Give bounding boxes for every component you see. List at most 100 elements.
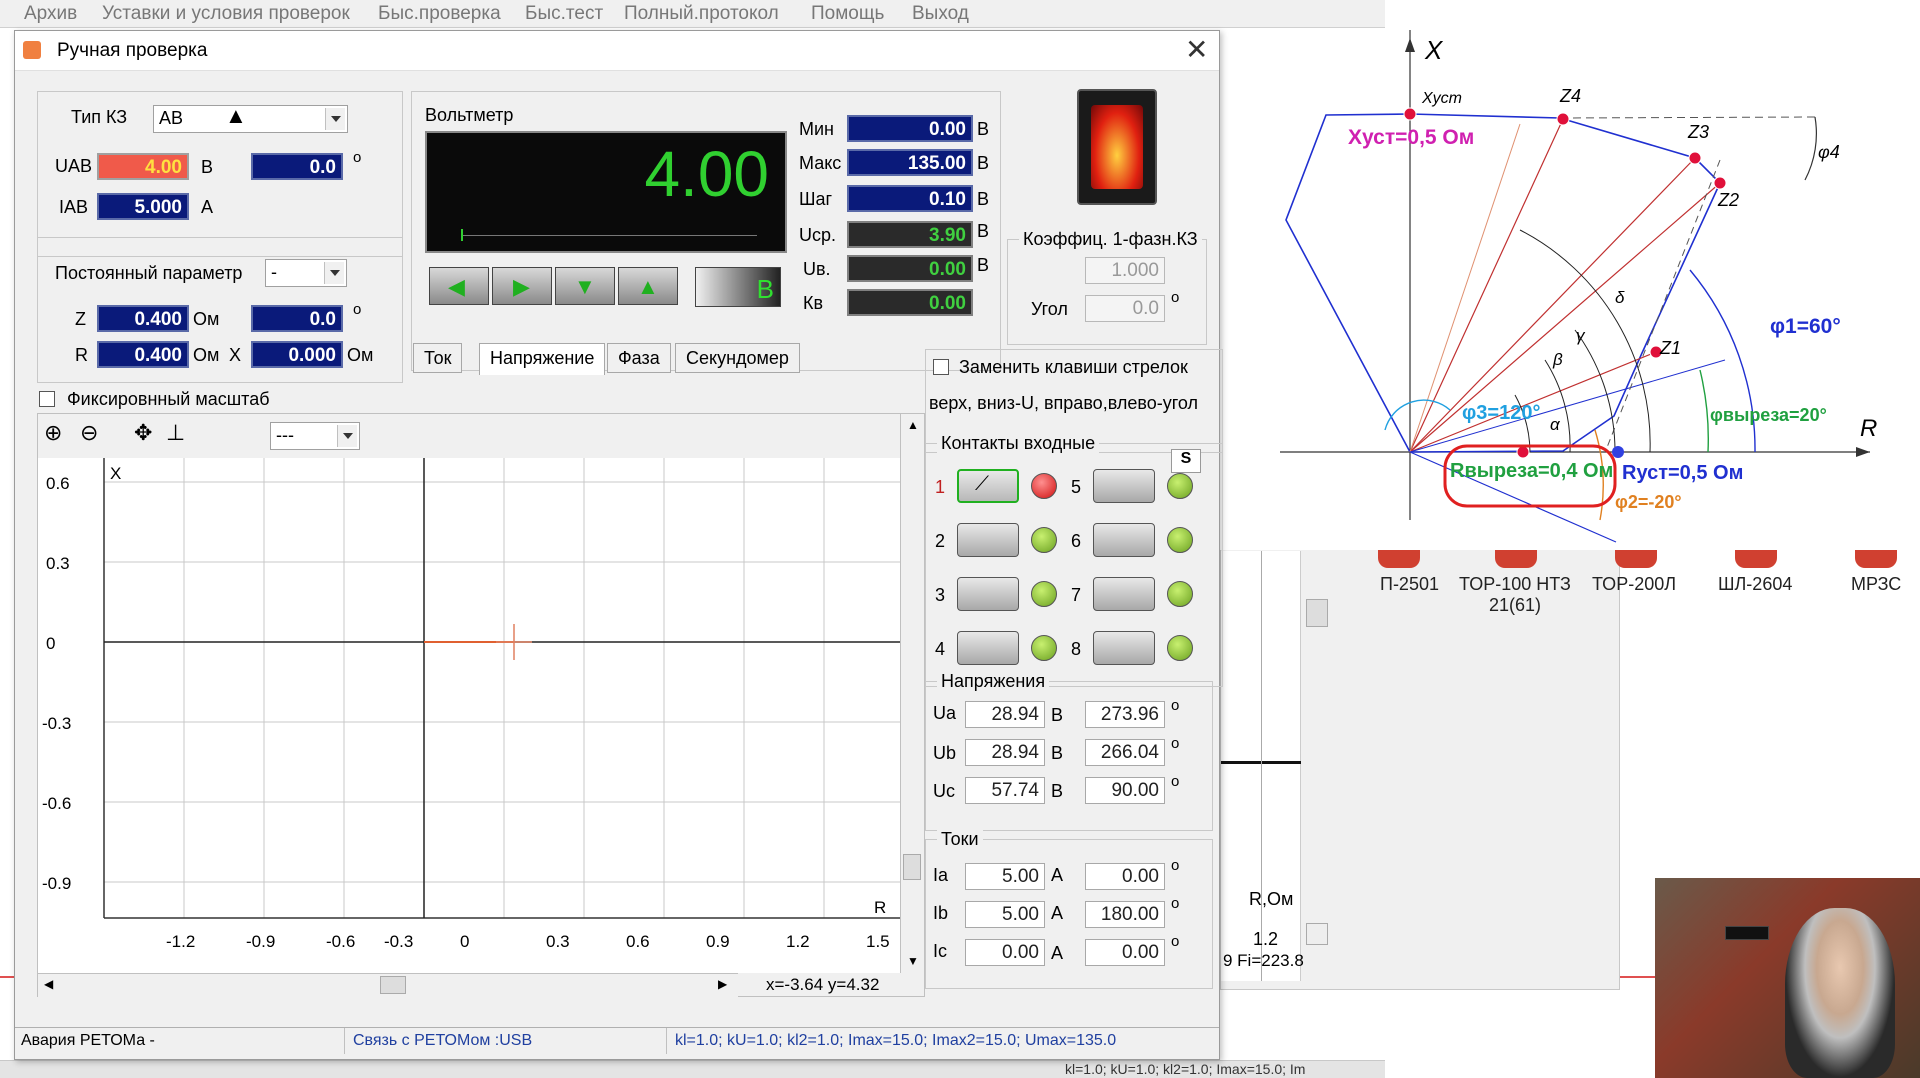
- xust-label: Xуст=0,5 Ом: [1348, 126, 1475, 149]
- app-label-p2501[interactable]: П-2501: [1380, 574, 1439, 595]
- app-icon: [23, 41, 41, 59]
- contact-8-number: 8: [1071, 639, 1082, 659]
- menu-help[interactable]: Помощь: [811, 3, 884, 25]
- contact-2-button[interactable]: [957, 523, 1019, 557]
- up-arrow-button[interactable]: ▲: [618, 267, 678, 305]
- main-menubar: Архив Уставки и условия проверок Быс.про…: [0, 0, 1385, 28]
- plot-vscroll-thumb[interactable]: [903, 854, 921, 880]
- menu-archive[interactable]: Архив: [24, 3, 77, 25]
- x-tick: 0.3: [546, 932, 570, 951]
- contact-7-button[interactable]: [1093, 577, 1155, 611]
- menu-full-protocol[interactable]: Полный.протокол: [624, 3, 779, 25]
- uab-input[interactable]: 4.00: [97, 153, 189, 180]
- plot-hscrollbar[interactable]: ◀ ▶: [38, 973, 738, 997]
- replace-keys-label: Заменить клавиши стрелок: [959, 357, 1188, 377]
- arc-phi-cut: [1699, 369, 1709, 453]
- close-icon[interactable]: ✕: [1185, 33, 1208, 66]
- tab-phase[interactable]: Фаза: [607, 343, 671, 373]
- phi1-label: φ1=60°: [1770, 315, 1841, 338]
- background-scroll-down[interactable]: [1306, 923, 1328, 945]
- iab-input[interactable]: 5.000: [97, 193, 189, 220]
- scroll-down-icon[interactable]: ▼: [907, 954, 919, 968]
- x-axis-arrow: [1405, 38, 1415, 52]
- tab-stopwatch[interactable]: Секундомер: [675, 343, 800, 373]
- y-tick: -0.9: [42, 874, 72, 893]
- app-icon[interactable]: [1495, 548, 1537, 568]
- x-tick: 0.6: [626, 932, 650, 951]
- contact-8-button[interactable]: [1093, 631, 1155, 665]
- right-arrow-button[interactable]: ▶: [492, 267, 552, 305]
- pan-icon[interactable]: ✥: [134, 420, 152, 446]
- menu-settings[interactable]: Уставки и условия проверок: [102, 3, 350, 25]
- plot-canvas[interactable]: 0.6 0.3 0 -0.3 -0.6 -0.9 X R -1.2 -0.9 -…: [38, 458, 900, 973]
- background-scroll-thumb[interactable]: [1306, 599, 1328, 627]
- kz-type-select[interactable]: АВ: [153, 105, 348, 133]
- z-input[interactable]: 0.400: [97, 305, 189, 332]
- contact-6-button[interactable]: [1093, 523, 1155, 557]
- status-alarm: Авария РЕТОМа -: [15, 1028, 345, 1054]
- power-switch[interactable]: [1077, 89, 1157, 205]
- app-icon[interactable]: [1735, 548, 1777, 568]
- voltmeter-title: Вольтметр: [425, 105, 514, 125]
- down-arrow-button[interactable]: ▼: [555, 267, 615, 305]
- x-input[interactable]: 0.000: [251, 341, 343, 368]
- plot-select[interactable]: ---: [270, 422, 360, 450]
- contact-7-number: 7: [1071, 585, 1082, 605]
- const-param-select[interactable]: -: [265, 259, 347, 287]
- plot-vscrollbar[interactable]: ▲ ▼: [900, 414, 924, 973]
- status-bar: Авария РЕТОМа - Связь с РЕТОМом :USB kl=…: [15, 1027, 1219, 1057]
- background-chart-area: R,Ом 1.2: [1221, 551, 1301, 981]
- min-label: Мин: [799, 119, 834, 139]
- cursor-coords: x=-3.64 y=4.32: [766, 975, 880, 994]
- app-label-shl2604[interactable]: ШЛ-2604: [1718, 574, 1792, 595]
- ua-unit: В: [1051, 705, 1064, 725]
- scroll-up-icon[interactable]: ▲: [907, 418, 919, 432]
- app-label-mrzs[interactable]: МРЗС: [1851, 574, 1901, 595]
- plot-hscroll-thumb[interactable]: [380, 976, 406, 994]
- axis-icon[interactable]: ⊥: [166, 420, 185, 446]
- max-input[interactable]: 135.00: [847, 149, 973, 176]
- coef-input[interactable]: 1.000: [1085, 257, 1165, 284]
- zoom-in-icon[interactable]: ⊕: [44, 420, 62, 446]
- chevron-down-icon[interactable]: [324, 262, 344, 284]
- step-input[interactable]: 0.10: [847, 185, 973, 212]
- unit-button[interactable]: В: [695, 267, 781, 307]
- max-unit: В: [977, 153, 990, 173]
- arc-phi4: [1804, 116, 1817, 181]
- z-angle-input[interactable]: 0.0: [251, 305, 343, 332]
- contact-3-button[interactable]: [957, 577, 1019, 611]
- menu-quick-check[interactable]: Быс.проверка: [378, 3, 501, 25]
- menu-exit[interactable]: Выход: [912, 3, 969, 25]
- coef-angle-input[interactable]: 0.0: [1085, 295, 1165, 322]
- replace-keys-checkbox[interactable]: [933, 359, 949, 375]
- r-input[interactable]: 0.400: [97, 341, 189, 368]
- chevron-down-icon[interactable]: [337, 425, 357, 447]
- contacts-s-button[interactable]: S: [1171, 449, 1201, 473]
- contact-5-button[interactable]: [1093, 469, 1155, 503]
- scroll-right-icon[interactable]: ▶: [718, 977, 727, 991]
- const-param-label: Постоянный параметр: [55, 263, 243, 283]
- contact-4-button[interactable]: [957, 631, 1019, 665]
- app-icon[interactable]: [1615, 548, 1657, 568]
- uab-angle-input[interactable]: 0.0: [251, 153, 343, 180]
- x-tick: 0.9: [706, 932, 730, 951]
- menu-quick-test[interactable]: Быс.тест: [525, 3, 603, 25]
- app-icon[interactable]: [1378, 548, 1420, 568]
- tab-stopwatch-label: Секундомер: [686, 348, 789, 368]
- zoom-out-icon[interactable]: ⊖: [80, 420, 98, 446]
- left-arrow-button[interactable]: ◀: [429, 267, 489, 305]
- contact-1-button[interactable]: ⟋: [957, 469, 1019, 503]
- scroll-left-icon[interactable]: ◀: [44, 977, 53, 991]
- app-icon[interactable]: [1855, 548, 1897, 568]
- tab-voltage[interactable]: Напряжение: [479, 343, 606, 375]
- tab-current[interactable]: Ток: [413, 343, 463, 373]
- app-label-tor200[interactable]: ТОР-200Л: [1592, 574, 1676, 595]
- app-label-tor100[interactable]: ТОР-100 НТЗ 21(61): [1455, 574, 1575, 616]
- z2-label: Z2: [1718, 190, 1740, 210]
- min-input[interactable]: 0.00: [847, 115, 973, 142]
- chevron-down-icon[interactable]: [325, 108, 345, 130]
- tab-phase-label: Фаза: [618, 348, 660, 368]
- ucp-unit: В: [977, 221, 990, 241]
- tick-label: 1.2: [1253, 929, 1279, 949]
- fixed-scale-checkbox[interactable]: [39, 391, 55, 407]
